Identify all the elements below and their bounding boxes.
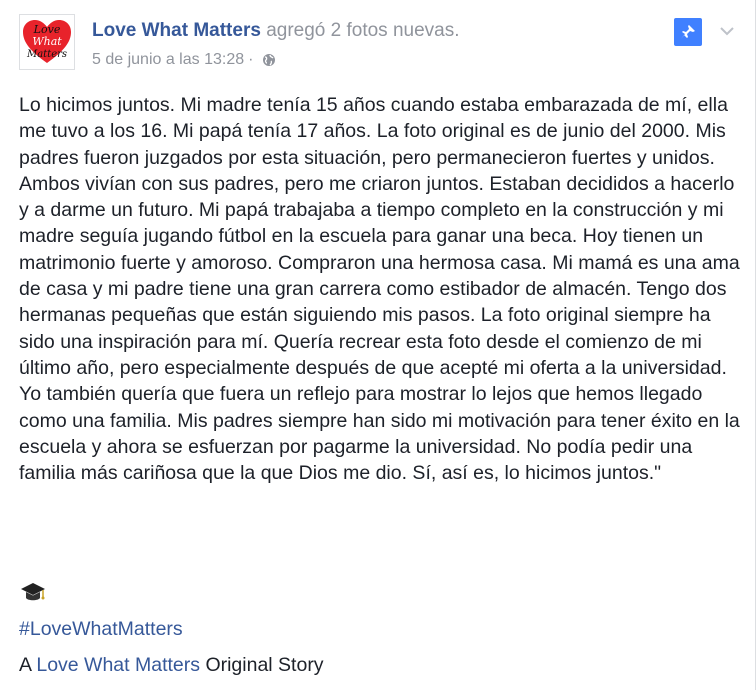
page-name-link[interactable]: Love What Matters [92,20,261,41]
love-what-matters-logo-icon: Love What Matters [23,20,71,63]
post-options-button[interactable] [716,20,738,42]
chevron-down-icon [720,26,734,35]
post-card: Love What Matters Love What Matters agre… [0,0,756,690]
post-body-text: Lo hicimos juntos. Mi madre tenía 15 año… [19,94,740,485]
svg-text:Matters: Matters [26,49,67,60]
credit-page-link[interactable]: Love What Matters [36,654,200,676]
graduation-cap-icon [19,580,49,606]
svg-text:What: What [32,35,62,48]
story-credit: A Love What Matters Original Story [19,653,324,677]
credit-suffix: Original Story [205,654,324,676]
pin-button[interactable] [674,18,702,46]
credit-prefix: A [19,654,31,676]
page-avatar[interactable]: Love What Matters [19,14,75,70]
globe-icon[interactable] [262,53,276,73]
hashtag-link[interactable]: #LoveWhatMatters [19,617,183,641]
pin-icon [681,25,695,39]
post-action-text: agregó 2 fotos nuevas. [266,20,460,41]
post-meta: 5 de junio a las 13:28 · [92,50,276,73]
post-header: Love What Matters agregó 2 fotos nuevas. [92,19,460,43]
post-timestamp[interactable]: 5 de junio a las 13:28 [92,51,244,68]
meta-separator: · [248,51,254,68]
